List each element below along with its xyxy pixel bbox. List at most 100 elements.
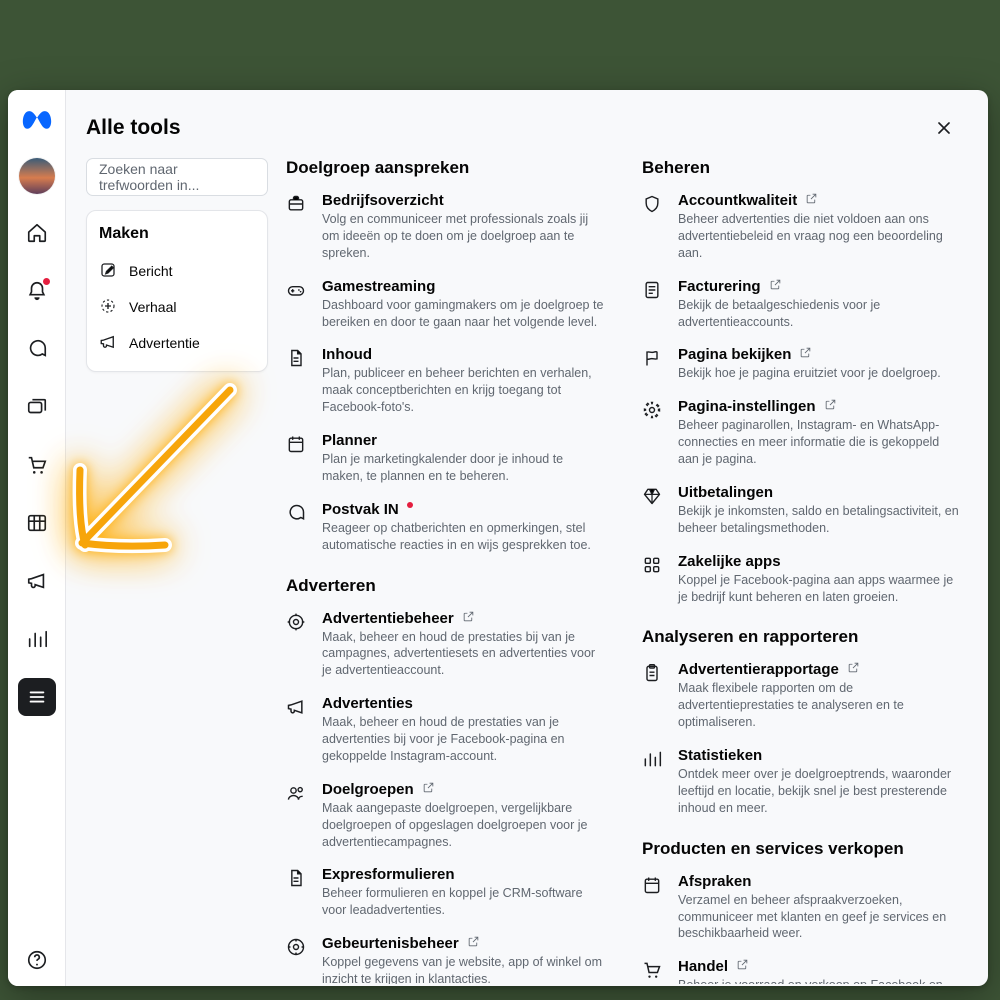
- compose-icon: [99, 261, 117, 282]
- tool-item[interactable]: Inhoud Plan, publiceer en beheer bericht…: [286, 346, 606, 416]
- create-compose[interactable]: Bericht: [99, 253, 255, 289]
- tool-item[interactable]: Gamestreaming Dashboard voor gamingmaker…: [286, 278, 606, 331]
- tool-item[interactable]: Advertentierapportage Maak flexibele rap…: [642, 661, 962, 731]
- tool-item[interactable]: Expresformulieren Beheer formulieren en …: [286, 866, 606, 919]
- people-icon: [286, 781, 308, 851]
- tool-item[interactable]: Postvak IN Reageer op chatberichten en o…: [286, 501, 606, 554]
- tool-item[interactable]: Pagina bekijken Bekijk hoe je pagina eru…: [642, 346, 962, 382]
- external-link-icon: [769, 278, 782, 295]
- flag-icon: [642, 346, 664, 382]
- diamond-icon: [642, 484, 664, 537]
- tool-desc: Bekijk de betaalgeschiedenis voor je adv…: [678, 297, 962, 331]
- create-megaphone[interactable]: Advertentie: [99, 325, 255, 361]
- external-link-icon: [422, 781, 435, 798]
- left-rail: [8, 90, 66, 986]
- nav-inbox[interactable]: [18, 330, 56, 368]
- events-icon: [286, 935, 308, 984]
- tool-desc: Koppel gegevens van je website, app of w…: [322, 954, 606, 984]
- create-card: Maken Bericht Verhaal Advertentie: [86, 210, 268, 372]
- calendar-icon: [642, 873, 664, 943]
- tool-item[interactable]: Zakelijke apps Koppel je Facebook-pagina…: [642, 553, 962, 606]
- megaphone-icon: [286, 695, 308, 765]
- nav-notifications[interactable]: [18, 272, 56, 310]
- section-title: Doelgroep aanspreken: [286, 158, 606, 178]
- tool-title: Facturering: [678, 278, 962, 295]
- tool-title: Statistieken: [678, 747, 962, 764]
- tool-desc: Maak flexibele rapporten om de advertent…: [678, 680, 962, 731]
- nav-all-tools[interactable]: [18, 678, 56, 716]
- nav-ads[interactable]: [18, 562, 56, 600]
- column-right: Beheren Accountkwaliteit Beheer adverten…: [642, 158, 962, 984]
- tool-title: Doelgroepen: [322, 781, 606, 798]
- create-label: Bericht: [129, 263, 173, 279]
- tool-desc: Maak, beheer en houd de prestaties van j…: [322, 714, 606, 765]
- create-plus-circle[interactable]: Verhaal: [99, 289, 255, 325]
- bars-icon: [642, 747, 664, 817]
- tool-desc: Beheer formulieren en koppel je CRM-soft…: [322, 885, 606, 919]
- tool-desc: Dashboard voor gamingmakers om je doelgr…: [322, 297, 606, 331]
- avatar[interactable]: [19, 158, 55, 194]
- all-tools-panel: Alle tools Zoeken naar trefwoorden in...…: [8, 90, 988, 986]
- notification-dot-icon: [407, 502, 413, 508]
- tool-title: Gamestreaming: [322, 278, 606, 295]
- search-input[interactable]: Zoeken naar trefwoorden in...: [86, 158, 268, 196]
- megaphone-icon: [99, 333, 117, 354]
- file-icon: [286, 346, 308, 416]
- create-label: Verhaal: [129, 299, 176, 315]
- tool-title: Inhoud: [322, 346, 606, 363]
- apps-icon: [642, 553, 664, 606]
- section-title: Beheren: [642, 158, 962, 178]
- nav-commerce[interactable]: [18, 446, 56, 484]
- tool-title: Pagina-instellingen: [678, 398, 962, 415]
- nav-content[interactable]: [18, 388, 56, 426]
- tool-item[interactable]: Pagina-instellingen Beheer paginarollen,…: [642, 398, 962, 468]
- tool-desc: Volg en communiceer met professionals zo…: [322, 211, 606, 262]
- tool-title: Planner: [322, 432, 606, 449]
- tool-item[interactable]: Bedrijfsoverzicht Volg en communiceer me…: [286, 192, 606, 262]
- nav-home[interactable]: [18, 214, 56, 252]
- notification-dot-icon: [43, 278, 50, 285]
- tool-item[interactable]: Handel Beheer je voorraad en verkoop op …: [642, 958, 962, 984]
- section-title: Analyseren en rapporteren: [642, 627, 962, 647]
- tool-item[interactable]: Advertentiebeheer Maak, beheer en houd d…: [286, 610, 606, 680]
- tool-item[interactable]: Gebeurtenisbeheer Koppel gegevens van je…: [286, 935, 606, 984]
- clipboard-icon: [642, 661, 664, 731]
- tool-item[interactable]: Accountkwaliteit Beheer advertenties die…: [642, 192, 962, 262]
- tool-title: Pagina bekijken: [678, 346, 941, 363]
- tool-item[interactable]: Planner Plan je marketingkalender door j…: [286, 432, 606, 485]
- tool-title: Advertentiebeheer: [322, 610, 606, 627]
- create-title: Maken: [99, 225, 255, 243]
- section-title: Producten en services verkopen: [642, 839, 962, 859]
- external-link-icon: [847, 661, 860, 678]
- tool-item[interactable]: Advertenties Maak, beheer en houd de pre…: [286, 695, 606, 765]
- calendar-icon: [286, 432, 308, 485]
- tool-title: Afspraken: [678, 873, 962, 890]
- section-title: Adverteren: [286, 576, 606, 596]
- tool-item[interactable]: Doelgroepen Maak aangepaste doelgroepen,…: [286, 781, 606, 851]
- nav-help[interactable]: [18, 948, 56, 986]
- external-link-icon: [736, 958, 749, 975]
- nav-planner[interactable]: [18, 504, 56, 542]
- tool-title: Expresformulieren: [322, 866, 606, 883]
- receipt-icon: [642, 278, 664, 331]
- tool-title: Gebeurtenisbeheer: [322, 935, 606, 952]
- target-icon: [286, 610, 308, 680]
- tool-item[interactable]: Uitbetalingen Bekijk je inkomsten, saldo…: [642, 484, 962, 537]
- close-button[interactable]: [926, 110, 962, 146]
- tool-item[interactable]: Statistieken Ontdek meer over je doelgro…: [642, 747, 962, 817]
- tool-item[interactable]: Afspraken Verzamel en beheer afspraakver…: [642, 873, 962, 943]
- plus-circle-icon: [99, 297, 117, 318]
- tool-desc: Beheer paginarollen, Instagram- en Whats…: [678, 417, 962, 468]
- tool-desc: Plan je marketingkalender door je inhoud…: [322, 451, 606, 485]
- sidebar: Zoeken naar trefwoorden in... Maken Beri…: [86, 158, 268, 984]
- tool-item[interactable]: Facturering Bekijk de betaalgeschiedenis…: [642, 278, 962, 331]
- column-left: Doelgroep aanspreken Bedrijfsoverzicht V…: [286, 158, 606, 984]
- external-link-icon: [824, 398, 837, 415]
- tool-desc: Beheer je voorraad en verkoop op Faceboo…: [678, 977, 962, 984]
- external-link-icon: [799, 346, 812, 363]
- create-label: Advertentie: [129, 335, 200, 351]
- chat-icon: [286, 501, 308, 554]
- cart-icon: [642, 958, 664, 984]
- nav-insights[interactable]: [18, 620, 56, 658]
- tool-title: Accountkwaliteit: [678, 192, 962, 209]
